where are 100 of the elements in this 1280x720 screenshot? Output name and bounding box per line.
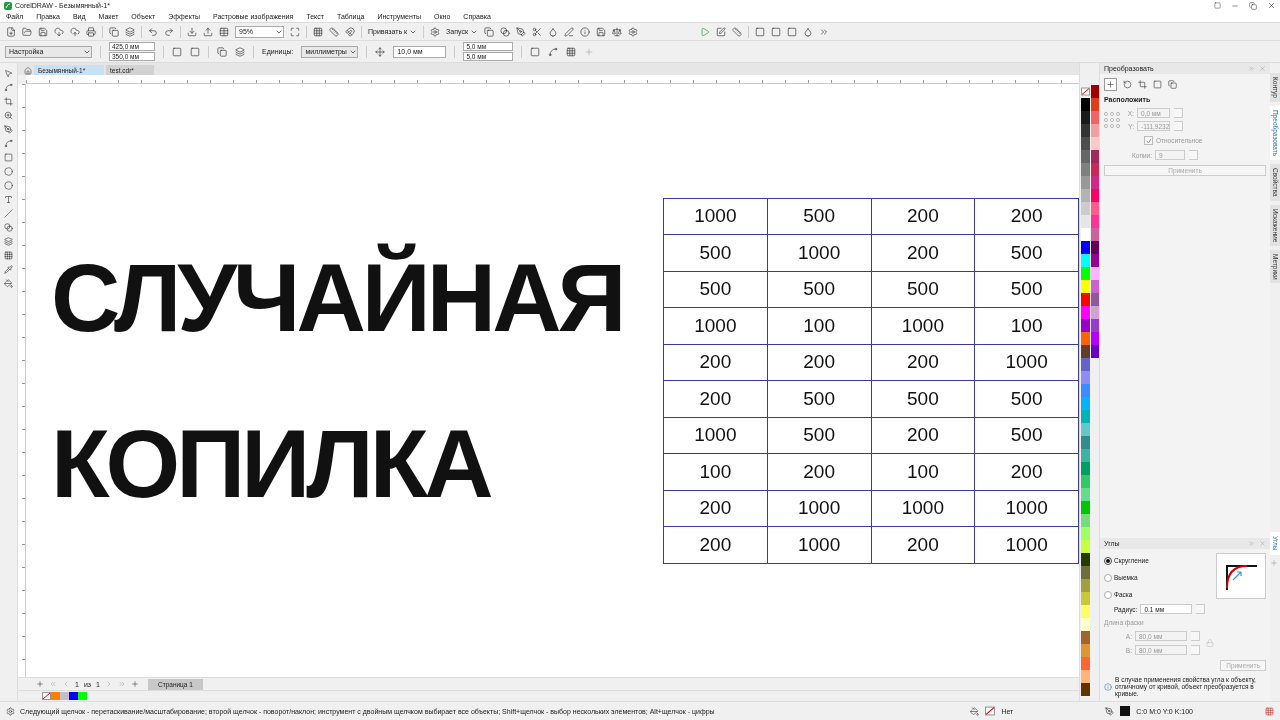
color-swatch[interactable]: [1081, 670, 1090, 683]
line-icon[interactable]: [4, 209, 13, 218]
layers-icon[interactable]: [125, 26, 135, 37]
color-swatch[interactable]: [1081, 592, 1090, 605]
color-swatch[interactable]: [1081, 358, 1090, 371]
color-swatch[interactable]: [1081, 397, 1090, 410]
crop-icon[interactable]: [4, 97, 13, 106]
settings-icon[interactable]: [6, 706, 15, 716]
home-icon[interactable]: [24, 67, 32, 75]
no-color-swatch[interactable]: [1081, 85, 1090, 98]
square-icon[interactable]: [787, 26, 797, 37]
rotate-icon[interactable]: [1123, 80, 1132, 89]
zoom-icon[interactable]: [4, 111, 13, 120]
pen-icon[interactable]: [4, 125, 13, 134]
droplet-icon[interactable]: [548, 26, 558, 37]
color-swatch[interactable]: [1081, 449, 1090, 462]
spin-button[interactable]: [1189, 150, 1198, 160]
add-page-icon[interactable]: [130, 680, 139, 688]
bounding-box-icon[interactable]: [530, 46, 541, 57]
close-icon[interactable]: [1267, 1, 1276, 10]
color-swatch[interactable]: [1081, 241, 1090, 254]
color-swatch[interactable]: [1081, 306, 1090, 319]
color-swatch[interactable]: [1081, 215, 1090, 228]
cloud-upload-icon[interactable]: [70, 26, 80, 37]
color-swatch[interactable]: [1081, 124, 1090, 137]
info-icon[interactable]: [580, 26, 590, 37]
color-swatch[interactable]: [60, 692, 69, 700]
relative-checkbox[interactable]: [1144, 136, 1153, 145]
spin-button[interactable]: [1196, 604, 1206, 614]
text-icon[interactable]: [4, 195, 13, 204]
color-swatch[interactable]: [1081, 384, 1090, 397]
color-swatch[interactable]: [1081, 657, 1090, 670]
radio-button[interactable]: [1104, 590, 1112, 599]
color-swatch[interactable]: [78, 692, 87, 700]
color-swatch[interactable]: [1081, 319, 1090, 332]
pen-icon[interactable]: [516, 26, 526, 37]
scissors-icon[interactable]: [532, 26, 542, 37]
ellipse-icon[interactable]: [4, 167, 13, 176]
duplicate-icon[interactable]: [484, 26, 494, 37]
color-swatch[interactable]: [1081, 579, 1090, 592]
lock-icon[interactable]: [1206, 639, 1214, 647]
previous-page-icon[interactable]: [62, 680, 70, 688]
radio-button[interactable]: [1104, 556, 1112, 565]
settings-icon[interactable]: [430, 26, 441, 37]
pen-icon[interactable]: [1105, 706, 1115, 716]
undo-icon[interactable]: [148, 26, 158, 37]
add-icon[interactable]: [584, 46, 595, 57]
color-swatch[interactable]: [1081, 501, 1090, 514]
redo-icon[interactable]: [164, 26, 174, 37]
shape-icon[interactable]: [4, 83, 13, 92]
color-swatch[interactable]: [1081, 488, 1090, 501]
color-swatch[interactable]: [1081, 371, 1090, 384]
color-swatch[interactable]: [1081, 202, 1090, 215]
rectangle-icon[interactable]: [4, 153, 13, 162]
cloud-download-icon[interactable]: [54, 26, 64, 37]
color-swatch[interactable]: [1081, 293, 1090, 306]
gear-icon[interactable]: [628, 26, 638, 37]
table-icon[interactable]: [219, 26, 229, 37]
color-swatch[interactable]: [1081, 254, 1090, 267]
first-page-icon[interactable]: [49, 680, 57, 688]
color-swatch[interactable]: [1081, 462, 1090, 475]
edit-icon[interactable]: [716, 26, 726, 37]
no-color-swatch[interactable]: [42, 692, 51, 700]
fill-icon[interactable]: [4, 279, 13, 288]
color-swatch[interactable]: [1081, 540, 1090, 553]
color-swatch[interactable]: [1081, 605, 1090, 618]
color-swatch[interactable]: [69, 692, 78, 700]
color-swatch[interactable]: [1081, 553, 1090, 566]
color-swatch[interactable]: [1081, 436, 1090, 449]
color-swatch[interactable]: [1081, 332, 1090, 345]
copy-icon[interactable]: [109, 26, 119, 37]
droplet-icon[interactable]: [803, 26, 813, 37]
radio-button[interactable]: [1104, 573, 1112, 582]
color-swatch[interactable]: [1081, 176, 1090, 189]
color-swatch[interactable]: [1081, 644, 1090, 657]
color-swatch[interactable]: [1081, 345, 1090, 358]
color-swatch[interactable]: [1081, 163, 1090, 176]
import-icon[interactable]: [187, 26, 197, 37]
grid-icon[interactable]: [566, 46, 577, 57]
anchor-grid-icon[interactable]: [1104, 111, 1120, 128]
color-swatch[interactable]: [1081, 111, 1090, 124]
color-swatch[interactable]: [1081, 566, 1090, 579]
last-page-icon[interactable]: [117, 680, 126, 688]
color-swatch[interactable]: [1081, 423, 1090, 436]
ruler-icon[interactable]: [732, 26, 742, 37]
color-swatch[interactable]: [1081, 189, 1090, 202]
color-swatch[interactable]: [1081, 410, 1090, 423]
color-swatch[interactable]: [1081, 98, 1090, 111]
balance-icon[interactable]: [612, 26, 622, 37]
blend-icon[interactable]: [4, 223, 13, 232]
pointer-icon[interactable]: [4, 69, 13, 78]
pencil-icon[interactable]: [564, 26, 574, 37]
no-color-swatch[interactable]: [985, 706, 996, 716]
fill-icon[interactable]: [970, 706, 980, 716]
full-screen-icon[interactable]: [290, 26, 300, 37]
color-swatch[interactable]: [1081, 228, 1090, 241]
pattern-icon[interactable]: [4, 251, 13, 260]
color-swatch[interactable]: [1081, 683, 1090, 696]
add-page-icon[interactable]: [36, 680, 44, 688]
export-icon[interactable]: [203, 26, 213, 37]
